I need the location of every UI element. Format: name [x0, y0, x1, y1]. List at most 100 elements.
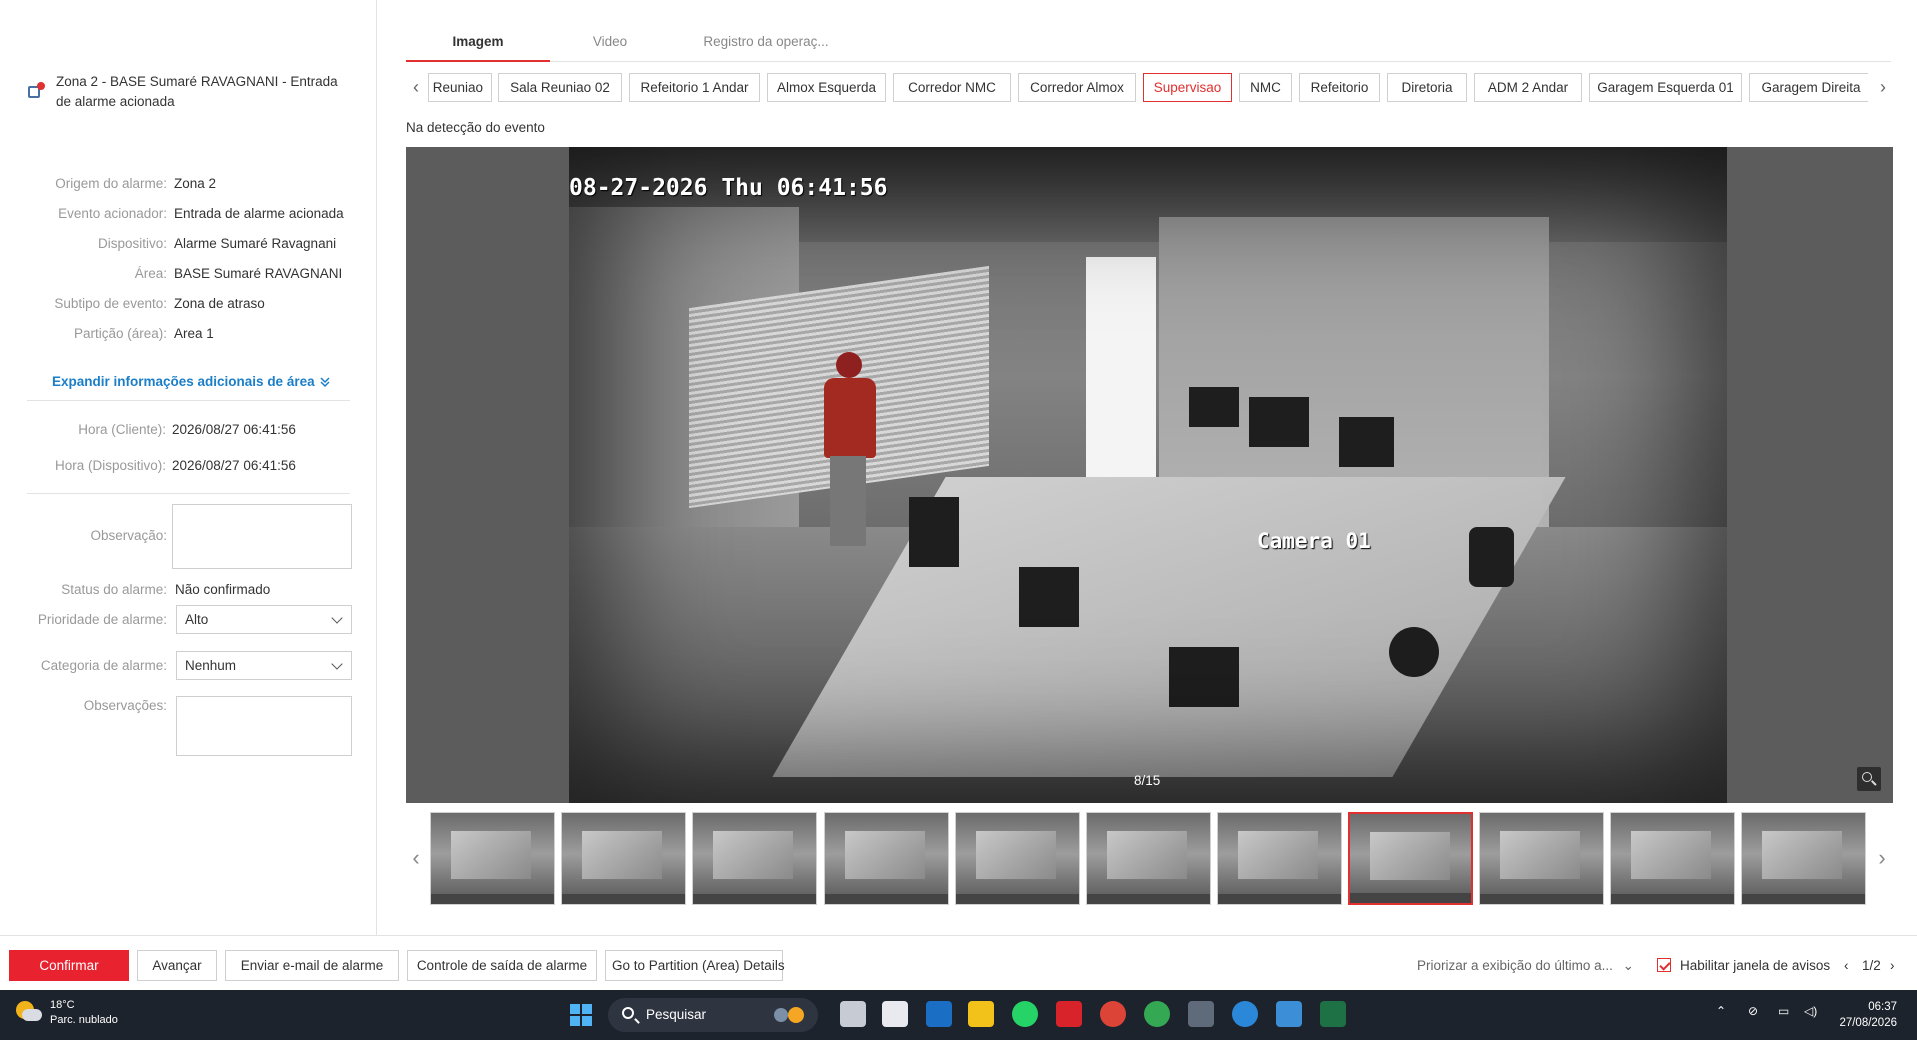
category-select[interactable]: Nenhum: [176, 651, 352, 680]
priority-select[interactable]: Alto: [176, 605, 352, 634]
time-value: 2026/08/27 06:41:56: [172, 422, 296, 437]
camera-chip[interactable]: ADM 2 Andar: [1474, 73, 1582, 102]
thumbnail[interactable]: [955, 812, 1080, 905]
thumbnail[interactable]: [1741, 812, 1866, 905]
priority-label: Prioridade de alarme:: [37, 612, 167, 627]
tab-imagem[interactable]: Imagem: [406, 26, 550, 62]
page-prev-icon[interactable]: ‹: [1844, 958, 1849, 973]
chevron-right-icon[interactable]: ›: [1873, 78, 1893, 98]
windows-start-icon[interactable]: [570, 1004, 592, 1026]
observacao-label: Observação:: [90, 528, 167, 543]
camera-chip-active[interactable]: Supervisao: [1143, 73, 1232, 102]
snipping-tool-icon[interactable]: [882, 1001, 908, 1027]
next-button[interactable]: Avançar: [137, 950, 217, 981]
file-explorer-icon[interactable]: [968, 1001, 994, 1027]
detail-value: Alarme Sumaré Ravagnani: [174, 236, 337, 251]
page-next-icon[interactable]: ›: [1890, 958, 1895, 973]
partly-cloudy-icon: [14, 999, 42, 1027]
camera-chip-list: Reuniao Sala Reuniao 02 Refeitorio 1 And…: [428, 72, 1868, 104]
divider: [27, 400, 350, 401]
alarm-window: Zona 2 - BASE Sumaré RAVAGNANI - Entrada…: [0, 0, 1917, 990]
taskbar-search[interactable]: Pesquisar: [608, 998, 818, 1032]
chevron-down-icon: ⌄: [1622, 958, 1634, 973]
category-value: Nenhum: [185, 658, 237, 673]
thumbnail-strip: ‹ ›: [406, 812, 1893, 907]
camera-chip[interactable]: Reuniao: [428, 73, 492, 102]
camera-snapshot: 08-27-2026 Thu 06:41:56 Camera 01: [569, 147, 1727, 803]
thumbnail[interactable]: [1479, 812, 1604, 905]
alarm-details-panel: Zona 2 - BASE Sumaré RAVAGNANI - Entrada…: [0, 0, 377, 935]
camera-chip[interactable]: Diretoria: [1387, 73, 1467, 102]
detail-label: Origem do alarme:: [55, 176, 167, 191]
chevron-up-icon[interactable]: ⌃: [1716, 1004, 1726, 1018]
calculator-icon[interactable]: [1188, 1001, 1214, 1027]
observacao-textarea[interactable]: [172, 504, 352, 569]
thumbnail[interactable]: [692, 812, 817, 905]
detail-subtype: Subtipo de evento: Zona de atraso: [0, 294, 377, 314]
expand-area-info-link[interactable]: Expandir informações adicionais de área: [52, 374, 331, 389]
whatsapp-icon[interactable]: [1012, 1001, 1038, 1027]
double-chevron-down-icon: [320, 376, 330, 387]
camera-chip[interactable]: Refeitorio: [1299, 73, 1380, 102]
display-icon[interactable]: ▭: [1778, 1004, 1789, 1018]
camera-chip[interactable]: Garagem Esquerda 01: [1589, 73, 1742, 102]
hikcentral-icon[interactable]: [1056, 1001, 1082, 1027]
excel-icon[interactable]: [1320, 1001, 1346, 1027]
volume-icon[interactable]: ◁): [1804, 1004, 1817, 1018]
thumbnail[interactable]: [561, 812, 686, 905]
camera-chip[interactable]: Almox Esquerda: [767, 73, 886, 102]
image-viewer[interactable]: 08-27-2026 Thu 06:41:56 Camera 01 8/15: [406, 147, 1893, 803]
tab-operation-log[interactable]: Registro da operaç...: [676, 26, 856, 62]
chevron-left-icon[interactable]: ‹: [406, 847, 426, 871]
tab-video[interactable]: Video: [550, 26, 670, 62]
camera-chip[interactable]: Corredor NMC: [893, 73, 1011, 102]
chevron-left-icon[interactable]: ‹: [406, 78, 426, 98]
alarm-zone-icon: [28, 82, 46, 100]
camera-chip[interactable]: Sala Reuniao 02: [498, 73, 622, 102]
thumbnail[interactable]: [1217, 812, 1342, 905]
notepad-icon[interactable]: [1276, 1001, 1302, 1027]
detail-value: Zona 2: [174, 176, 217, 191]
thumbnail[interactable]: [1086, 812, 1211, 905]
zoom-in-icon[interactable]: [1857, 767, 1881, 791]
status-label: Status do alarme:: [61, 582, 167, 597]
clock-date: 27/08/2026: [1839, 1017, 1897, 1029]
outlook-icon[interactable]: [926, 1001, 952, 1027]
priority-display-dropdown[interactable]: Priorizar a exibição do último a... ⌄: [1417, 958, 1634, 974]
time-device: Hora (Dispositivo): 2026/08/27 06:41:56: [0, 456, 377, 476]
thumbnail-active[interactable]: [1348, 812, 1473, 905]
enable-popup-checkbox[interactable]: [1657, 958, 1671, 972]
video-timestamp: 08-27-2026 Thu 06:41:56: [569, 175, 888, 201]
partition-details-button[interactable]: Go to Partition (Area) Details: [605, 950, 785, 981]
thumbnail[interactable]: [824, 812, 949, 905]
google-icon[interactable]: [1144, 1001, 1170, 1027]
detail-value: Zona de atraso: [174, 296, 265, 311]
time-value: 2026/08/27 06:41:56: [172, 458, 296, 473]
alarm-output-button[interactable]: Controle de saída de alarme: [407, 950, 597, 981]
thumbnail[interactable]: [430, 812, 555, 905]
chrome-icon[interactable]: [1100, 1001, 1126, 1027]
observacoes-textarea[interactable]: [176, 696, 352, 756]
action-footer: Confirmar Avançar Enviar e-mail de alarm…: [0, 935, 1917, 990]
task-view-icon[interactable]: [840, 1001, 866, 1027]
weather-widget[interactable]: 18°C Parc. nublado: [14, 998, 118, 1028]
chevron-right-icon[interactable]: ›: [1872, 847, 1892, 871]
confirm-button[interactable]: Confirmar: [9, 950, 129, 981]
detail-value: Entrada de alarme acionada: [174, 206, 344, 221]
settings-app-icon[interactable]: [1232, 1001, 1258, 1027]
camera-chip[interactable]: NMC: [1239, 73, 1292, 102]
network-icon[interactable]: ⊘: [1748, 1004, 1758, 1018]
camera-chip[interactable]: Corredor Almox: [1018, 73, 1136, 102]
system-clock[interactable]: 06:37 27/08/2026: [1839, 999, 1897, 1031]
camera-chip[interactable]: Garagem Direita: [1749, 73, 1868, 102]
camera-chip[interactable]: Refeitorio 1 Andar: [629, 73, 760, 102]
thumbnail[interactable]: [1610, 812, 1735, 905]
alarm-title: Zona 2 - BASE Sumaré RAVAGNANI - Entrada…: [56, 74, 338, 109]
detail-device: Dispositivo: Alarme Sumaré Ravagnani: [0, 234, 377, 254]
detail-label: Partição (área):: [73, 326, 167, 341]
detail-area: Área: BASE Sumaré RAVAGNANI: [0, 264, 377, 284]
weather-temperature: 18°C: [50, 999, 75, 1011]
send-email-button[interactable]: Enviar e-mail de alarme: [225, 950, 399, 981]
detail-label: Subtipo de evento:: [54, 296, 167, 311]
priority-value: Alto: [185, 612, 209, 627]
